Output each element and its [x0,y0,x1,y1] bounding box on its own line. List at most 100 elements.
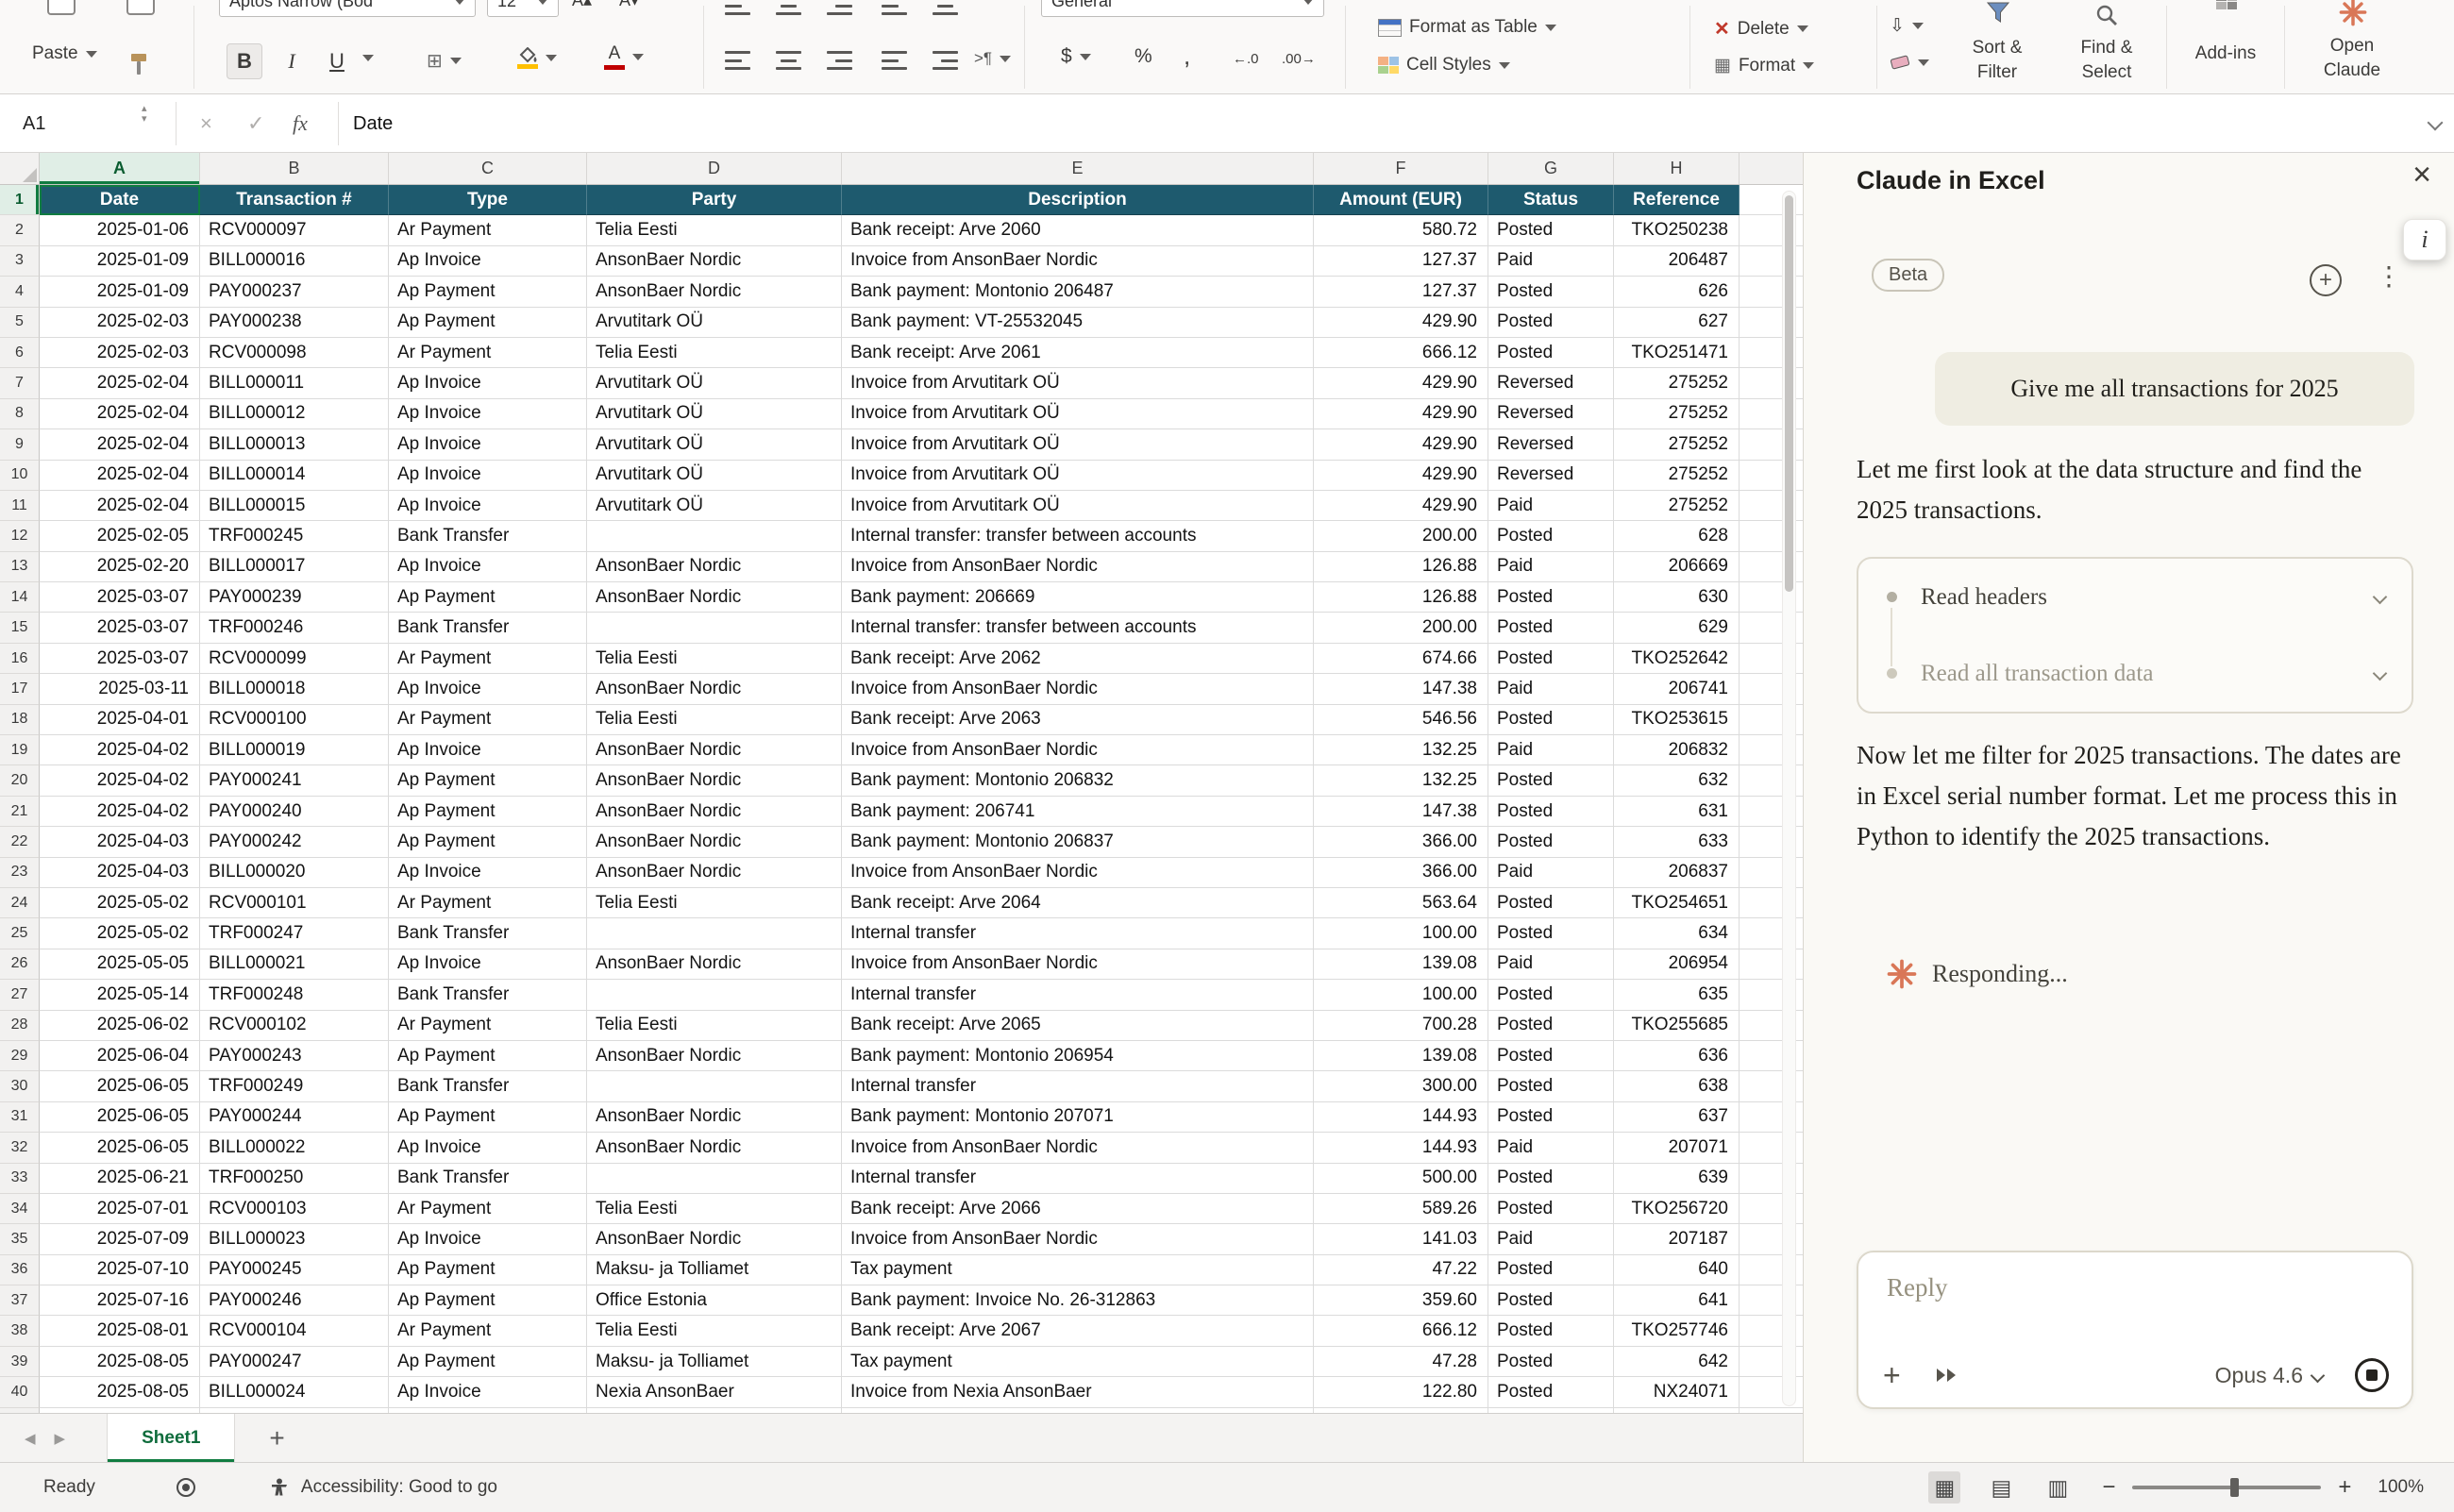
cell-C10[interactable]: Ap Invoice [389,461,587,491]
cell-G9[interactable]: Reversed [1488,429,1614,460]
cell-B32[interactable]: BILL000022 [200,1133,389,1163]
cell-F35[interactable]: 141.03 [1314,1224,1488,1254]
cell-G28[interactable]: Posted [1488,1011,1614,1041]
increase-decimal-button[interactable]: ←.0 [1233,51,1259,67]
cell-C28[interactable]: Ar Payment [389,1011,587,1041]
cell-A34[interactable]: 2025-07-01 [40,1194,200,1224]
cell-B35[interactable]: BILL000023 [200,1224,389,1254]
increase-indent-button[interactable] [933,51,958,70]
cell-D7[interactable]: Arvutitark OÜ [587,368,842,398]
cell-D37[interactable]: Office Estonia [587,1285,842,1316]
cell-E10[interactable]: Invoice from Arvutitark OÜ [842,461,1314,491]
cell-C34[interactable]: Ar Payment [389,1194,587,1224]
cell-H27[interactable]: 635 [1614,980,1740,1010]
row-number-36[interactable]: 36 [0,1255,40,1285]
cell-B20[interactable]: PAY000241 [200,765,389,796]
cell-D23[interactable]: AnsonBaer Nordic [587,858,842,888]
cell-E8[interactable]: Invoice from Arvutitark OÜ [842,399,1314,429]
orientation-icon[interactable] [882,0,907,15]
cell-D20[interactable]: AnsonBaer Nordic [587,765,842,796]
cell-D5[interactable]: Arvutitark OÜ [587,308,842,338]
cell-D25[interactable] [587,918,842,949]
cell-G8[interactable]: Reversed [1488,399,1614,429]
cell-F10[interactable]: 429.90 [1314,461,1488,491]
cell-A35[interactable]: 2025-07-09 [40,1224,200,1254]
formula-input[interactable]: Date [353,94,393,153]
cell-F28[interactable]: 700.28 [1314,1011,1488,1041]
cell-F12[interactable]: 200.00 [1314,521,1488,551]
cell-H20[interactable]: 632 [1614,765,1740,796]
cell-F5[interactable]: 429.90 [1314,308,1488,338]
row-number-15[interactable]: 15 [0,613,40,643]
cell-B22[interactable]: PAY000242 [200,827,389,857]
cell-H22[interactable]: 633 [1614,827,1740,857]
column-header-E[interactable]: E [842,153,1314,184]
cell-B29[interactable]: PAY000243 [200,1041,389,1071]
cell-B34[interactable]: RCV000103 [200,1194,389,1224]
cell-C39[interactable]: Ap Payment [389,1347,587,1377]
cell-F4[interactable]: 127.37 [1314,277,1488,307]
sort-filter-button[interactable]: Sort & Filter [1941,0,2054,94]
cell-A2[interactable]: 2025-01-06 [40,215,200,245]
cell-G33[interactable]: Posted [1488,1164,1614,1194]
cell-A38[interactable]: 2025-08-01 [40,1316,200,1346]
cell-F22[interactable]: 366.00 [1314,827,1488,857]
cell-D36[interactable]: Maksu- ja Tolliamet [587,1255,842,1285]
row-number-19[interactable]: 19 [0,735,40,765]
chevron-down-icon[interactable] [2373,590,2388,605]
cell-E16[interactable]: Bank receipt: Arve 2062 [842,644,1314,674]
cell-G12[interactable]: Posted [1488,521,1614,551]
cell-H26[interactable]: 206954 [1614,949,1740,980]
cell-H33[interactable]: 639 [1614,1164,1740,1194]
cell-F40[interactable]: 122.80 [1314,1377,1488,1407]
cell-D17[interactable]: AnsonBaer Nordic [587,674,842,704]
cell-D24[interactable]: Telia Eesti [587,888,842,918]
cell-A29[interactable]: 2025-06-04 [40,1041,200,1071]
cell-E12[interactable]: Internal transfer: transfer between acco… [842,521,1314,551]
font-size-combo[interactable]: 12 [487,0,559,17]
cell-B28[interactable]: RCV000102 [200,1011,389,1041]
cell-A28[interactable]: 2025-06-02 [40,1011,200,1041]
cell-E2[interactable]: Bank receipt: Arve 2060 [842,215,1314,245]
cell-F19[interactable]: 132.25 [1314,735,1488,765]
paste-button[interactable]: Paste [32,43,97,64]
zoom-in-button[interactable]: + [2338,1474,2351,1501]
cell-G31[interactable]: Posted [1488,1102,1614,1133]
cell-F32[interactable]: 144.93 [1314,1133,1488,1163]
cell-F9[interactable]: 429.90 [1314,429,1488,460]
cell-F2[interactable]: 580.72 [1314,215,1488,245]
cell-G14[interactable]: Posted [1488,582,1614,613]
cell-E24[interactable]: Bank receipt: Arve 2064 [842,888,1314,918]
cell-F15[interactable]: 200.00 [1314,613,1488,643]
cell-C38[interactable]: Ar Payment [389,1316,587,1346]
row-number-2[interactable]: 2 [0,215,40,245]
cell-A4[interactable]: 2025-01-09 [40,277,200,307]
cell-A12[interactable]: 2025-02-05 [40,521,200,551]
cell-D4[interactable]: AnsonBaer Nordic [587,277,842,307]
cell-G39[interactable]: Posted [1488,1347,1614,1377]
cell-E39[interactable]: Tax payment [842,1347,1314,1377]
cell-G11[interactable]: Paid [1488,491,1614,521]
column-header-D[interactable]: D [587,153,842,184]
cell-F26[interactable]: 139.08 [1314,949,1488,980]
cell-D33[interactable] [587,1164,842,1194]
cell-C37[interactable]: Ap Payment [389,1285,587,1316]
cell-B39[interactable]: PAY000247 [200,1347,389,1377]
more-options-icon[interactable]: ⋮ [2376,260,2402,292]
cell-B13[interactable]: BILL000017 [200,552,389,582]
cell-C29[interactable]: Ap Payment [389,1041,587,1071]
cell-E21[interactable]: Bank payment: 206741 [842,797,1314,827]
cell-H5[interactable]: 627 [1614,308,1740,338]
cell-C33[interactable]: Bank Transfer [389,1164,587,1194]
cell-B36[interactable]: PAY000245 [200,1255,389,1285]
cell-A36[interactable]: 2025-07-10 [40,1255,200,1285]
cell-E33[interactable]: Internal transfer [842,1164,1314,1194]
cell-G32[interactable]: Paid [1488,1133,1614,1163]
cell-D18[interactable]: Telia Eesti [587,705,842,735]
fill-down-button[interactable]: ⇩ [1890,15,1924,37]
percent-button[interactable]: % [1135,45,1152,68]
stop-button[interactable] [2355,1358,2389,1392]
cell-D29[interactable]: AnsonBaer Nordic [587,1041,842,1071]
cell-E26[interactable]: Invoice from AnsonBaer Nordic [842,949,1314,980]
row-number-3[interactable]: 3 [0,246,40,277]
